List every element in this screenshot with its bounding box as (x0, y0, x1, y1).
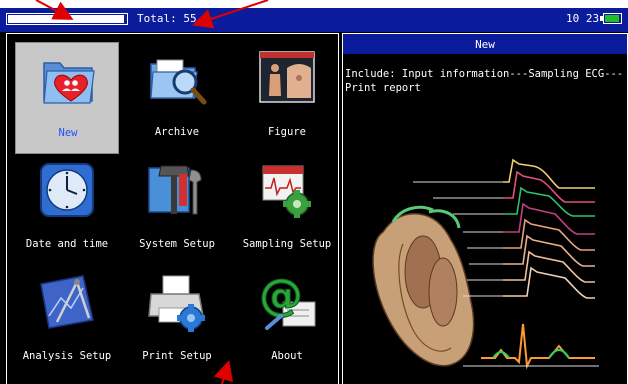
menu-item-label: About (271, 350, 303, 362)
printer-icon (148, 275, 205, 332)
body-figure-icon (259, 51, 315, 103)
storage-progress-bar (6, 13, 128, 25)
heart-folder-icon (43, 62, 95, 104)
top-strip (0, 0, 628, 8)
heart-ecg-illustration (372, 158, 599, 370)
preview-title-bar: New (343, 34, 627, 54)
status-bar: Total: 55 10 23 (0, 0, 628, 32)
menu-item-label: Figure (268, 126, 306, 138)
analysis-icon (40, 275, 94, 329)
archive-magnifier-icon (150, 59, 207, 105)
menu-item-date-and-time[interactable]: Date and time (15, 154, 119, 266)
preview-description: Include: Input information---Sampling EC… (345, 68, 624, 94)
menu-item-figure[interactable]: Figure (235, 42, 339, 154)
at-sign-icon: @ (259, 272, 316, 330)
menu-item-new[interactable]: New (15, 42, 119, 154)
battery-icon (600, 13, 622, 24)
menu-item-archive[interactable]: Archive (125, 42, 229, 154)
svg-text:@: @ (259, 272, 303, 321)
menu-item-analysis-setup[interactable]: Analysis Setup (15, 266, 119, 378)
menu-item-print-setup[interactable]: Print Setup (125, 266, 229, 378)
total-records-label: Total: 55 (137, 12, 197, 25)
tools-icon (148, 165, 202, 215)
menu-item-label: Sampling Setup (242, 238, 332, 250)
clock-readout: 10 23 (566, 12, 600, 25)
clock-icon (40, 163, 94, 217)
sampling-icon (262, 165, 311, 218)
preview-panel: New Include: Input information---Samplin… (342, 33, 628, 384)
storage-progress-fill (8, 15, 124, 23)
main-menu-panel: New Archive Figure Date and time System … (6, 33, 339, 384)
menu-item-sampling-setup[interactable]: Sampling Setup (235, 154, 339, 266)
menu-item-system-setup[interactable]: System Setup (125, 154, 229, 266)
menu-item-about[interactable]: @ About (235, 266, 339, 378)
preview-title: New (475, 38, 495, 51)
